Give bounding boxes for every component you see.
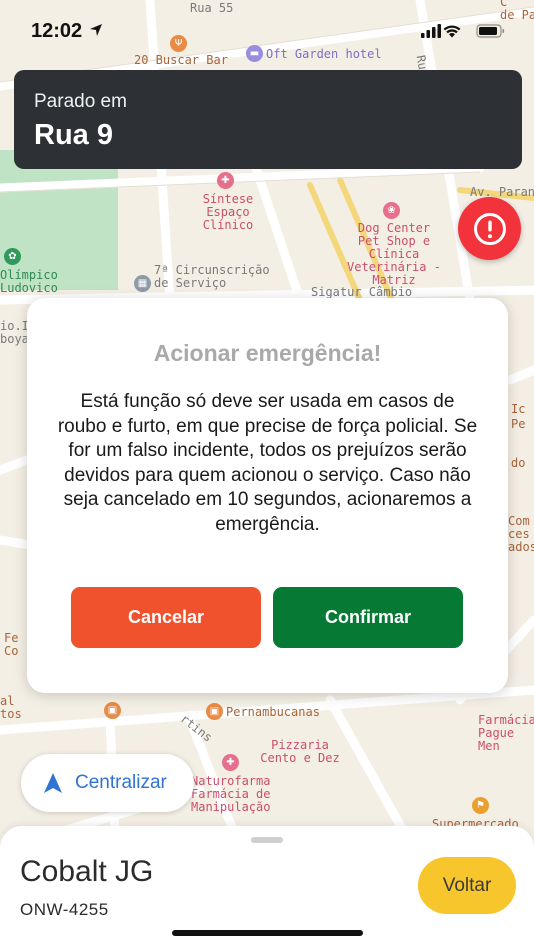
map-edge-label: Pe [511, 417, 526, 431]
vehicle-bottom-sheet: Cobalt JG ONW-4255 Voltar [0, 826, 534, 950]
navigation-arrow-icon [44, 773, 62, 793]
map-edge-label: Co [4, 644, 19, 658]
shopping-icon: ▣ [104, 702, 121, 719]
centralize-button[interactable]: Centralizar [21, 754, 194, 812]
street-label: Ru [413, 54, 430, 71]
poi-label: Síntese Espaço Clínico [202, 192, 254, 232]
dialog-message: Está função só deve ser usada em casos d… [57, 391, 478, 535]
poi-label: Olímpico Ludovico [0, 268, 58, 295]
banner-street: Rua 9 [34, 119, 113, 151]
medical-icon: ✚ [217, 172, 234, 189]
status-time: 12:02 [31, 20, 83, 42]
park-icon: ✿ [4, 248, 21, 265]
status-bar: 12:02 [0, 18, 534, 46]
stopped-location-banner: Parado em Rua 9 [14, 70, 522, 169]
paw-icon: ❀ [383, 202, 400, 219]
street-label: Rua 55 [190, 1, 234, 15]
centralize-label: Centralizar [75, 772, 167, 793]
poi-label: Oft Garden hotel [266, 47, 382, 61]
banner-caption: Parado em [34, 91, 127, 112]
map-edge-label: Ic [511, 402, 526, 416]
map-edge-label: ados [508, 540, 534, 554]
confirm-button[interactable]: Confirmar [273, 587, 463, 648]
alert-icon [473, 212, 506, 245]
emergency-button[interactable] [458, 197, 521, 260]
cancel-button[interactable]: Cancelar [71, 587, 261, 648]
shopping-icon: ▣ [206, 703, 223, 720]
map-edge-label: boya [0, 332, 29, 346]
building-icon: ▦ [134, 275, 151, 292]
poi-label: Dog Center Pet Shop e Clínica Veterinári… [347, 221, 441, 287]
wifi-icon [443, 25, 461, 38]
cart-icon: ⚑ [472, 797, 489, 814]
pharmacy-icon: ✚ [222, 754, 239, 771]
home-indicator [172, 930, 363, 936]
map-edge-label: do [511, 456, 526, 470]
back-button[interactable]: Voltar [418, 857, 516, 914]
vehicle-plate: ONW-4255 [20, 900, 109, 919]
poi-label: Pizzaria Cento e Dez [260, 738, 340, 765]
status-icons [421, 24, 505, 38]
battery-icon [476, 24, 505, 38]
poi-label: Pernambucanas [226, 705, 320, 719]
vehicle-name: Cobalt JG [20, 855, 154, 888]
street-label: Av. Paran [470, 185, 534, 199]
bed-icon: ▬ [246, 45, 263, 62]
dialog-title: Acionar emergência! [153, 340, 382, 366]
poi-label: Farmácia Pague Men [478, 713, 534, 753]
sheet-drag-handle[interactable] [251, 837, 283, 843]
emergency-dialog: Acionar emergência! Está função só deve … [27, 298, 508, 693]
signal-icon [421, 24, 441, 38]
poi-label: 20 Buscar Bar [134, 53, 228, 67]
poi-label: Naturofarma Farmácia de Manipulação [191, 774, 271, 814]
map-edge-label: tos [0, 707, 22, 721]
poi-label: 7ª Circunscrição de Serviço [154, 263, 270, 290]
location-arrow-icon [90, 24, 102, 36]
